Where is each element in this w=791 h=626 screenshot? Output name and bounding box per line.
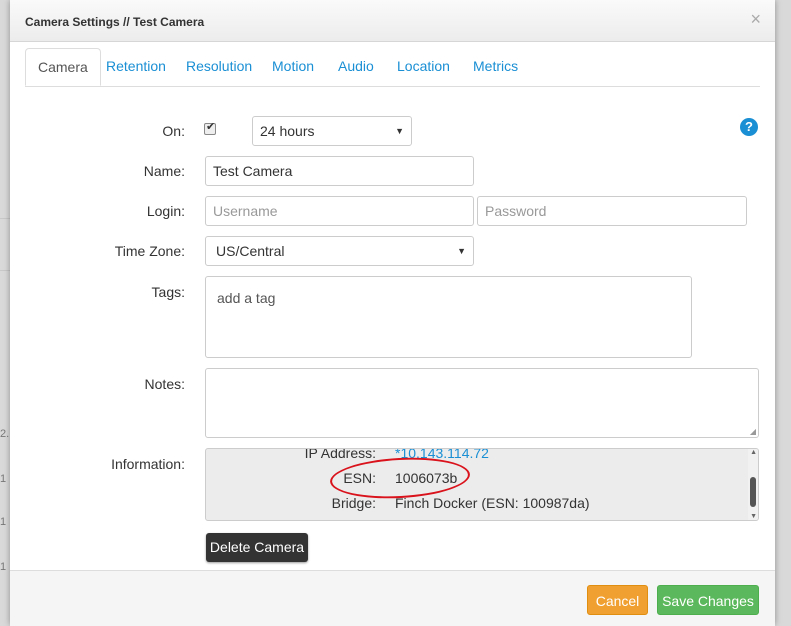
tab-motion[interactable]: Motion bbox=[260, 48, 326, 85]
password-input[interactable]: Password bbox=[477, 196, 747, 226]
background-text: 1 bbox=[0, 561, 7, 573]
tags-label: Tags: bbox=[151, 284, 185, 300]
notes-label: Notes: bbox=[144, 376, 185, 392]
tab-audio[interactable]: Audio bbox=[326, 48, 386, 85]
help-icon[interactable]: ? bbox=[740, 118, 758, 136]
resize-grip-icon[interactable]: ◢ bbox=[750, 427, 756, 436]
info-row-ip: IP Address: *10.143.114.72 bbox=[206, 448, 746, 465]
timezone-label: Time Zone: bbox=[114, 243, 185, 259]
tab-resolution[interactable]: Resolution bbox=[174, 48, 264, 85]
info-value: Finch Docker (ESN: 100987da) bbox=[395, 495, 590, 511]
check-icon: ✔ bbox=[206, 121, 216, 133]
scrollbar[interactable]: ▲ ▼ bbox=[748, 449, 758, 520]
on-label: On: bbox=[162, 123, 185, 139]
delete-camera-button[interactable]: Delete Camera bbox=[206, 533, 308, 562]
background-text: 1 bbox=[0, 516, 7, 528]
timezone-value: US/Central bbox=[216, 243, 285, 259]
tab-location[interactable]: Location bbox=[385, 48, 462, 85]
close-icon[interactable]: × bbox=[750, 10, 761, 28]
scroll-up-icon[interactable]: ▲ bbox=[750, 449, 757, 456]
tags-input[interactable]: add a tag bbox=[205, 276, 692, 358]
cancel-button[interactable]: Cancel bbox=[587, 585, 648, 615]
schedule-select[interactable]: 24 hours ▼ bbox=[252, 116, 412, 146]
background-divider bbox=[0, 218, 10, 219]
name-label: Name: bbox=[143, 163, 185, 179]
info-row-esn: ESN: 1006073b bbox=[206, 470, 746, 490]
background-divider bbox=[0, 270, 10, 271]
tab-retention[interactable]: Retention bbox=[94, 48, 178, 85]
background-text: 2. bbox=[0, 428, 10, 440]
information-label: Information: bbox=[111, 456, 185, 472]
tab-camera[interactable]: Camera bbox=[25, 48, 101, 86]
info-key: IP Address: bbox=[304, 448, 376, 461]
scrollbar-thumb[interactable] bbox=[750, 477, 756, 507]
tags-placeholder: add a tag bbox=[217, 290, 276, 306]
modal-header: Camera Settings // Test Camera × bbox=[10, 0, 775, 42]
scroll-down-icon[interactable]: ▼ bbox=[750, 513, 757, 520]
chevron-down-icon: ▼ bbox=[457, 246, 466, 256]
camera-settings-modal: Camera Settings // Test Camera × Camera … bbox=[10, 0, 775, 626]
login-label: Login: bbox=[146, 203, 185, 219]
tab-metrics[interactable]: Metrics bbox=[461, 48, 530, 85]
save-changes-button[interactable]: Save Changes bbox=[657, 585, 759, 615]
notes-textarea[interactable]: ◢ bbox=[205, 368, 759, 438]
name-input[interactable]: Test Camera bbox=[205, 156, 474, 186]
timezone-select[interactable]: US/Central ▼ bbox=[205, 236, 474, 266]
username-input[interactable]: Username bbox=[205, 196, 474, 226]
modal-footer: Cancel Save Changes bbox=[10, 570, 775, 626]
information-panel: IP Address: *10.143.114.72 ESN: 1006073b… bbox=[205, 448, 759, 521]
background-text: 1 bbox=[0, 473, 7, 485]
tab-bar: Camera Retention Resolution Motion Audio… bbox=[25, 48, 760, 87]
schedule-value: 24 hours bbox=[260, 123, 315, 139]
modal-title: Camera Settings // Test Camera bbox=[25, 15, 205, 29]
on-checkbox[interactable]: ✔ bbox=[204, 121, 216, 135]
info-row-bridge: Bridge: Finch Docker (ESN: 100987da) bbox=[206, 495, 746, 515]
chevron-down-icon: ▼ bbox=[395, 126, 404, 136]
